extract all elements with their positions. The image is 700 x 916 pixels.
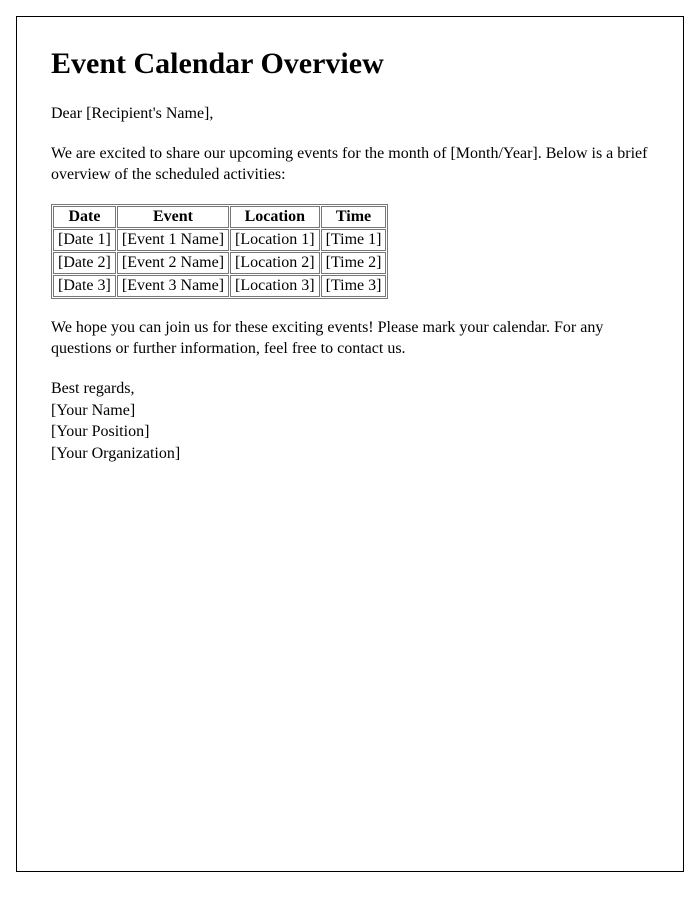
table-row: [Date 1] [Event 1 Name] [Location 1] [Ti…: [53, 229, 386, 251]
page-title: Event Calendar Overview: [51, 47, 649, 81]
table-header-row: Date Event Location Time: [53, 206, 386, 228]
cell-time: [Time 1]: [321, 229, 387, 251]
cell-event: [Event 2 Name]: [117, 252, 229, 274]
header-event: Event: [117, 206, 229, 228]
document-page: Event Calendar Overview Dear [Recipient'…: [16, 16, 684, 872]
intro-paragraph: We are excited to share our upcoming eve…: [51, 143, 649, 186]
closing-block: Best regards, [Your Name] [Your Position…: [51, 378, 649, 464]
header-date: Date: [53, 206, 116, 228]
cell-event: [Event 1 Name]: [117, 229, 229, 251]
cell-time: [Time 3]: [321, 275, 387, 297]
events-table: Date Event Location Time [Date 1] [Event…: [51, 204, 388, 299]
table-row: [Date 3] [Event 3 Name] [Location 3] [Ti…: [53, 275, 386, 297]
cell-date: [Date 1]: [53, 229, 116, 251]
header-location: Location: [230, 206, 320, 228]
closing-organization: [Your Organization]: [51, 443, 649, 465]
cell-event: [Event 3 Name]: [117, 275, 229, 297]
cell-date: [Date 3]: [53, 275, 116, 297]
cell-location: [Location 3]: [230, 275, 320, 297]
closing-name: [Your Name]: [51, 400, 649, 422]
closing-position: [Your Position]: [51, 421, 649, 443]
outro-paragraph: We hope you can join us for these exciti…: [51, 317, 649, 360]
closing-salutation: Best regards,: [51, 378, 649, 400]
cell-date: [Date 2]: [53, 252, 116, 274]
cell-location: [Location 2]: [230, 252, 320, 274]
cell-time: [Time 2]: [321, 252, 387, 274]
header-time: Time: [321, 206, 387, 228]
cell-location: [Location 1]: [230, 229, 320, 251]
table-row: [Date 2] [Event 2 Name] [Location 2] [Ti…: [53, 252, 386, 274]
greeting-line: Dear [Recipient's Name],: [51, 103, 649, 125]
